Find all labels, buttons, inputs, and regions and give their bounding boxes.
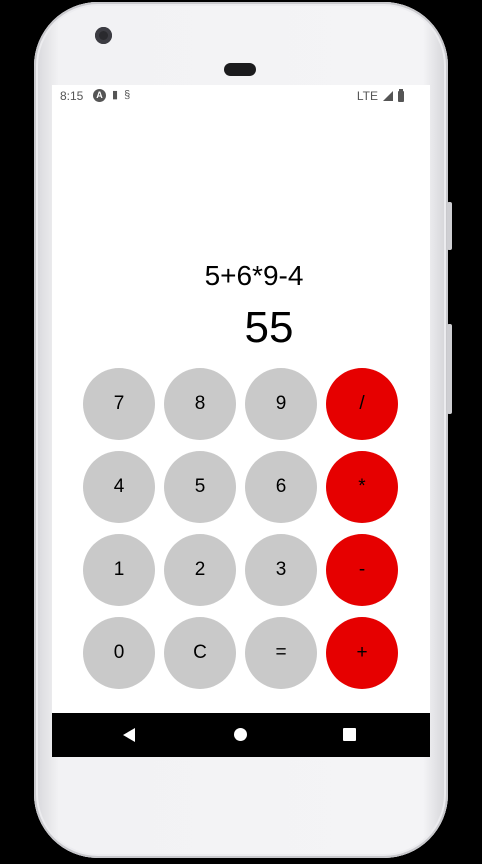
status-bar: 8:15 A ▮ § LTE <box>52 85 430 107</box>
navigation-bar <box>52 713 430 757</box>
result-display: 55 <box>244 303 294 352</box>
equals-button[interactable]: = <box>245 617 317 689</box>
app-screen: 8:15 A ▮ § LTE 5+6*9-4 55 7 8 9 / 4 5 6 … <box>52 85 430 757</box>
keypad: 7 8 9 / 4 5 6 * 1 2 3 - 0 C = + <box>83 368 399 689</box>
key-5-button[interactable]: 5 <box>164 451 236 523</box>
network-type: LTE <box>356 89 378 103</box>
key-8-button[interactable]: 8 <box>164 368 236 440</box>
battery-icon <box>398 88 404 102</box>
key-6-button[interactable]: 6 <box>245 451 317 523</box>
key-4-button[interactable]: 4 <box>83 451 155 523</box>
status-notification-icons: A ▮ § <box>93 89 130 102</box>
subtract-button[interactable]: - <box>326 534 398 606</box>
sync-icon: § <box>124 89 131 101</box>
recents-icon[interactable] <box>343 728 356 741</box>
multiply-button[interactable]: * <box>326 451 398 523</box>
clear-button[interactable]: C <box>164 617 236 689</box>
volume-button <box>447 324 452 414</box>
divide-button[interactable]: / <box>326 368 398 440</box>
expression-display: 5+6*9-4 <box>204 260 304 291</box>
status-system-icons: LTE <box>356 88 404 103</box>
front-camera <box>95 27 112 44</box>
key-9-button[interactable]: 9 <box>245 368 317 440</box>
key-2-button[interactable]: 2 <box>164 534 236 606</box>
earpiece-speaker <box>224 63 256 76</box>
back-icon[interactable] <box>123 728 135 742</box>
key-3-button[interactable]: 3 <box>245 534 317 606</box>
key-7-button[interactable]: 7 <box>83 368 155 440</box>
key-1-button[interactable]: 1 <box>83 534 155 606</box>
app-a-icon: A <box>93 89 106 102</box>
power-button <box>447 202 452 250</box>
sd-card-icon: ▮ <box>112 89 119 101</box>
signal-icon <box>383 91 393 101</box>
key-0-button[interactable]: 0 <box>83 617 155 689</box>
status-time: 8:15 <box>60 89 84 103</box>
home-icon[interactable] <box>234 728 247 741</box>
add-button[interactable]: + <box>326 617 398 689</box>
